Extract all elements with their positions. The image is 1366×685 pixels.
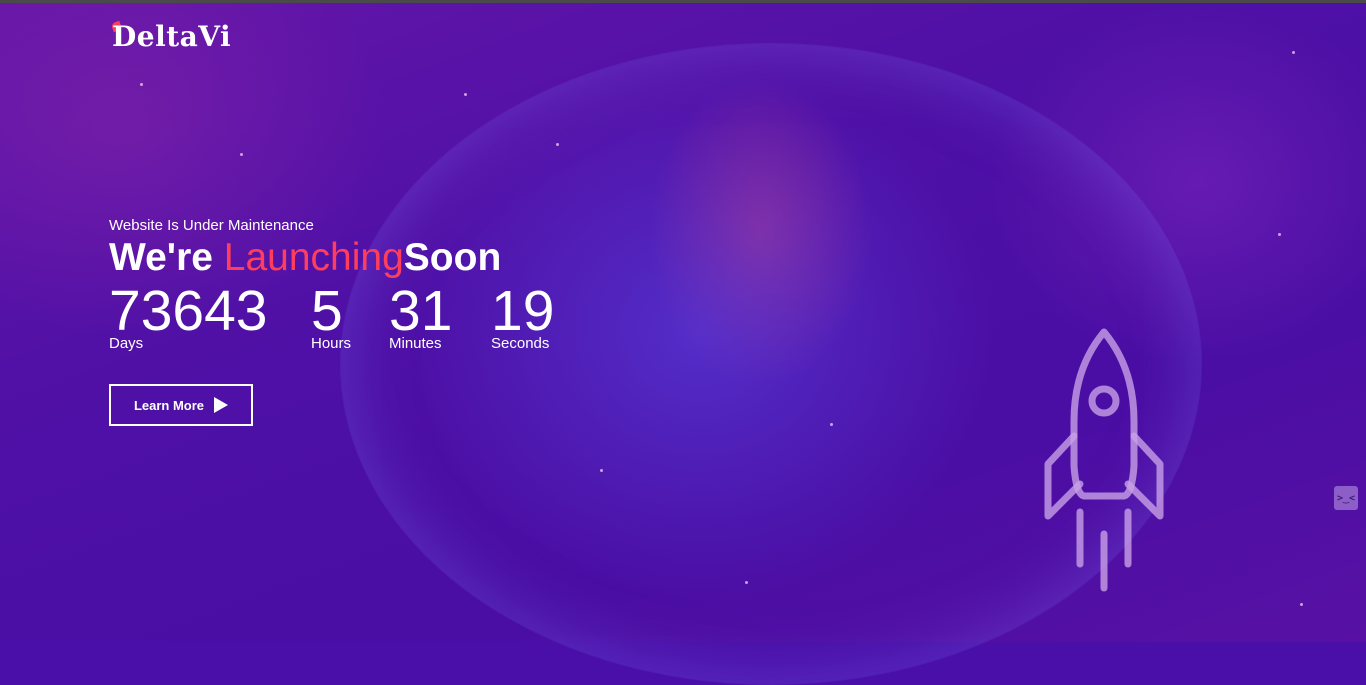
headline-accent: Launching — [223, 236, 404, 279]
maintenance-subtitle: Website Is Under Maintenance — [109, 217, 314, 234]
brand-logo[interactable]: DeltaVi — [112, 20, 231, 53]
countdown-hours: 5 Hours — [311, 279, 352, 352]
star — [600, 469, 603, 472]
page-headline: We're LaunchingSoon — [109, 236, 501, 280]
countdown-days-value: 73643 — [109, 279, 268, 343]
star — [1300, 603, 1303, 606]
headline-suffix: Soon — [403, 236, 502, 279]
star — [830, 423, 833, 426]
play-icon — [214, 397, 229, 413]
countdown-minutes: 31 Minutes — [389, 279, 453, 352]
countdown-seconds-label: Seconds — [491, 335, 550, 352]
countdown-hours-value: 5 — [311, 279, 343, 343]
learn-more-button[interactable]: Learn More — [109, 384, 253, 426]
star — [464, 93, 467, 96]
star — [140, 83, 143, 86]
headline-prefix: We're — [109, 236, 224, 279]
collapse-icon[interactable]: >‿< — [1334, 486, 1358, 510]
countdown-days: 73643 Days — [109, 279, 268, 352]
countdown-seconds-value: 19 — [491, 279, 555, 343]
star — [745, 581, 748, 584]
countdown-hours-label: Hours — [311, 335, 352, 352]
learn-more-label: Learn More — [133, 397, 205, 413]
rocket-icon — [1044, 328, 1164, 592]
star — [1278, 233, 1281, 236]
countdown-seconds: 19 Seconds — [491, 279, 555, 352]
star — [1292, 51, 1295, 54]
countdown-minutes-value: 31 — [389, 279, 453, 343]
star — [556, 143, 559, 146]
star — [240, 153, 243, 156]
